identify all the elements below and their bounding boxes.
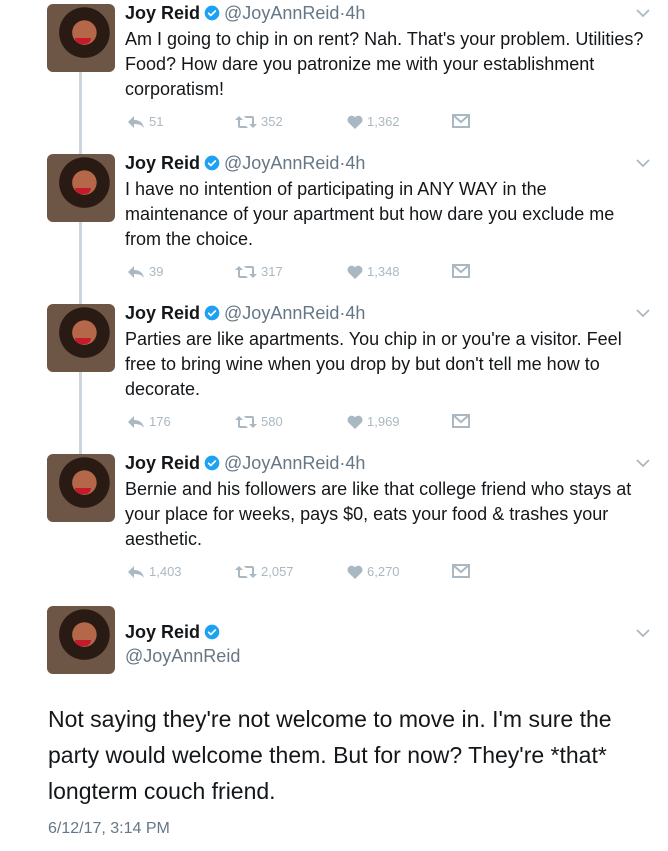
reply-count: 1,403 <box>149 564 182 579</box>
chevron-down-icon[interactable] <box>636 8 650 18</box>
like-icon <box>347 115 363 129</box>
reply-button[interactable]: 176 <box>127 414 171 429</box>
tweet-header: Joy Reid @JoyAnnReid·4h <box>125 302 365 324</box>
retweet-icon <box>235 415 257 428</box>
dm-button[interactable] <box>452 264 470 278</box>
tweet[interactable]: Joy Reid @JoyAnnReid·4h I have no intenti… <box>0 150 668 300</box>
like-count: 1,362 <box>367 114 400 129</box>
user-handle[interactable]: @JoyAnnReid <box>224 303 339 323</box>
avatar[interactable] <box>47 4 115 72</box>
user-name[interactable]: Joy Reid <box>125 622 200 642</box>
dm-icon <box>452 414 470 428</box>
like-button[interactable]: 1,969 <box>347 414 400 429</box>
user-handle[interactable]: @JoyAnnReid <box>224 453 339 473</box>
like-icon <box>347 565 363 579</box>
dm-icon <box>452 114 470 128</box>
like-icon <box>347 415 363 429</box>
time-ago[interactable]: 4h <box>345 453 365 473</box>
time-ago[interactable]: 4h <box>345 303 365 323</box>
retweet-count: 2,057 <box>261 564 294 579</box>
retweet-count: 580 <box>261 414 283 429</box>
verified-icon <box>204 155 220 171</box>
verified-icon <box>204 5 220 21</box>
reply-button[interactable]: 1,403 <box>127 564 182 579</box>
avatar[interactable] <box>47 454 115 522</box>
tweet-text: Parties are like apartments. You chip in… <box>125 329 622 399</box>
tweet-header: Joy Reid @JoyAnnReid·4h <box>125 152 365 174</box>
user-handle[interactable]: @JoyAnnReid <box>125 644 240 668</box>
dm-button[interactable] <box>452 564 470 578</box>
reply-button[interactable]: 51 <box>127 114 163 129</box>
like-count: 1,969 <box>367 414 400 429</box>
verified-icon <box>204 455 220 471</box>
tweet-text: Bernie and his followers are like that c… <box>125 479 632 549</box>
reply-count: 51 <box>149 114 164 129</box>
user-name[interactable]: Joy Reid <box>125 153 200 173</box>
focused-tweet-text: Not saying they're not welcome to move i… <box>48 706 612 804</box>
tweet-text: I have no intention of participating in … <box>125 179 615 249</box>
avatar[interactable] <box>47 304 115 372</box>
retweet-button[interactable]: 580 <box>235 414 283 429</box>
verified-icon <box>204 624 220 640</box>
reply-count: 39 <box>149 264 164 279</box>
like-button[interactable]: 1,362 <box>347 114 400 129</box>
tweet-header: Joy Reid @JoyAnnReid <box>125 620 240 668</box>
retweet-icon <box>235 265 257 278</box>
like-count: 1,348 <box>367 264 400 279</box>
tweet[interactable]: Joy Reid @JoyAnnReid·4h Bernie and his fo… <box>0 450 668 600</box>
retweet-icon <box>235 115 257 128</box>
retweet-count: 352 <box>261 114 283 129</box>
tweet-header: Joy Reid @JoyAnnReid·4h <box>125 2 365 24</box>
like-button[interactable]: 6,270 <box>347 564 400 579</box>
chevron-down-icon[interactable] <box>636 158 650 168</box>
time-ago[interactable]: 4h <box>345 3 365 23</box>
like-count: 6,270 <box>367 564 400 579</box>
chevron-down-icon[interactable] <box>636 628 650 638</box>
verified-icon <box>204 305 220 321</box>
reply-icon <box>128 415 144 428</box>
dm-button[interactable] <box>452 114 470 128</box>
chevron-down-icon[interactable] <box>636 458 650 468</box>
like-icon <box>347 265 363 279</box>
retweet-button[interactable]: 317 <box>235 264 283 279</box>
reply-icon <box>128 565 144 578</box>
reply-icon <box>128 115 144 128</box>
dm-icon <box>452 264 470 278</box>
dm-button[interactable] <box>452 414 470 428</box>
tweet[interactable]: Joy Reid @JoyAnnReid·4h Am I going to chi… <box>0 0 668 150</box>
retweet-icon <box>235 565 257 578</box>
user-name[interactable]: Joy Reid <box>125 303 200 323</box>
tweet-text: Am I going to chip in on rent? Nah. That… <box>125 29 644 99</box>
user-handle[interactable]: @JoyAnnReid <box>224 3 339 23</box>
reply-button[interactable]: 39 <box>127 264 163 279</box>
avatar[interactable] <box>47 154 115 222</box>
dm-icon <box>452 564 470 578</box>
chevron-down-icon[interactable] <box>636 308 650 318</box>
retweet-button[interactable]: 352 <box>235 114 283 129</box>
reply-count: 176 <box>149 414 171 429</box>
avatar[interactable] <box>47 606 115 674</box>
tweet-timestamp[interactable]: 6/12/17, 3:14 PM <box>48 820 170 838</box>
like-button[interactable]: 1,348 <box>347 264 400 279</box>
time-ago[interactable]: 4h <box>345 153 365 173</box>
retweet-count: 317 <box>261 264 283 279</box>
tweet[interactable]: Joy Reid @JoyAnnReid·4h Parties are like … <box>0 300 668 450</box>
reply-icon <box>128 265 144 278</box>
user-handle[interactable]: @JoyAnnReid <box>224 153 339 173</box>
tweet-header: Joy Reid @JoyAnnReid·4h <box>125 452 365 474</box>
user-name[interactable]: Joy Reid <box>125 453 200 473</box>
retweet-button[interactable]: 2,057 <box>235 564 294 579</box>
user-name[interactable]: Joy Reid <box>125 3 200 23</box>
